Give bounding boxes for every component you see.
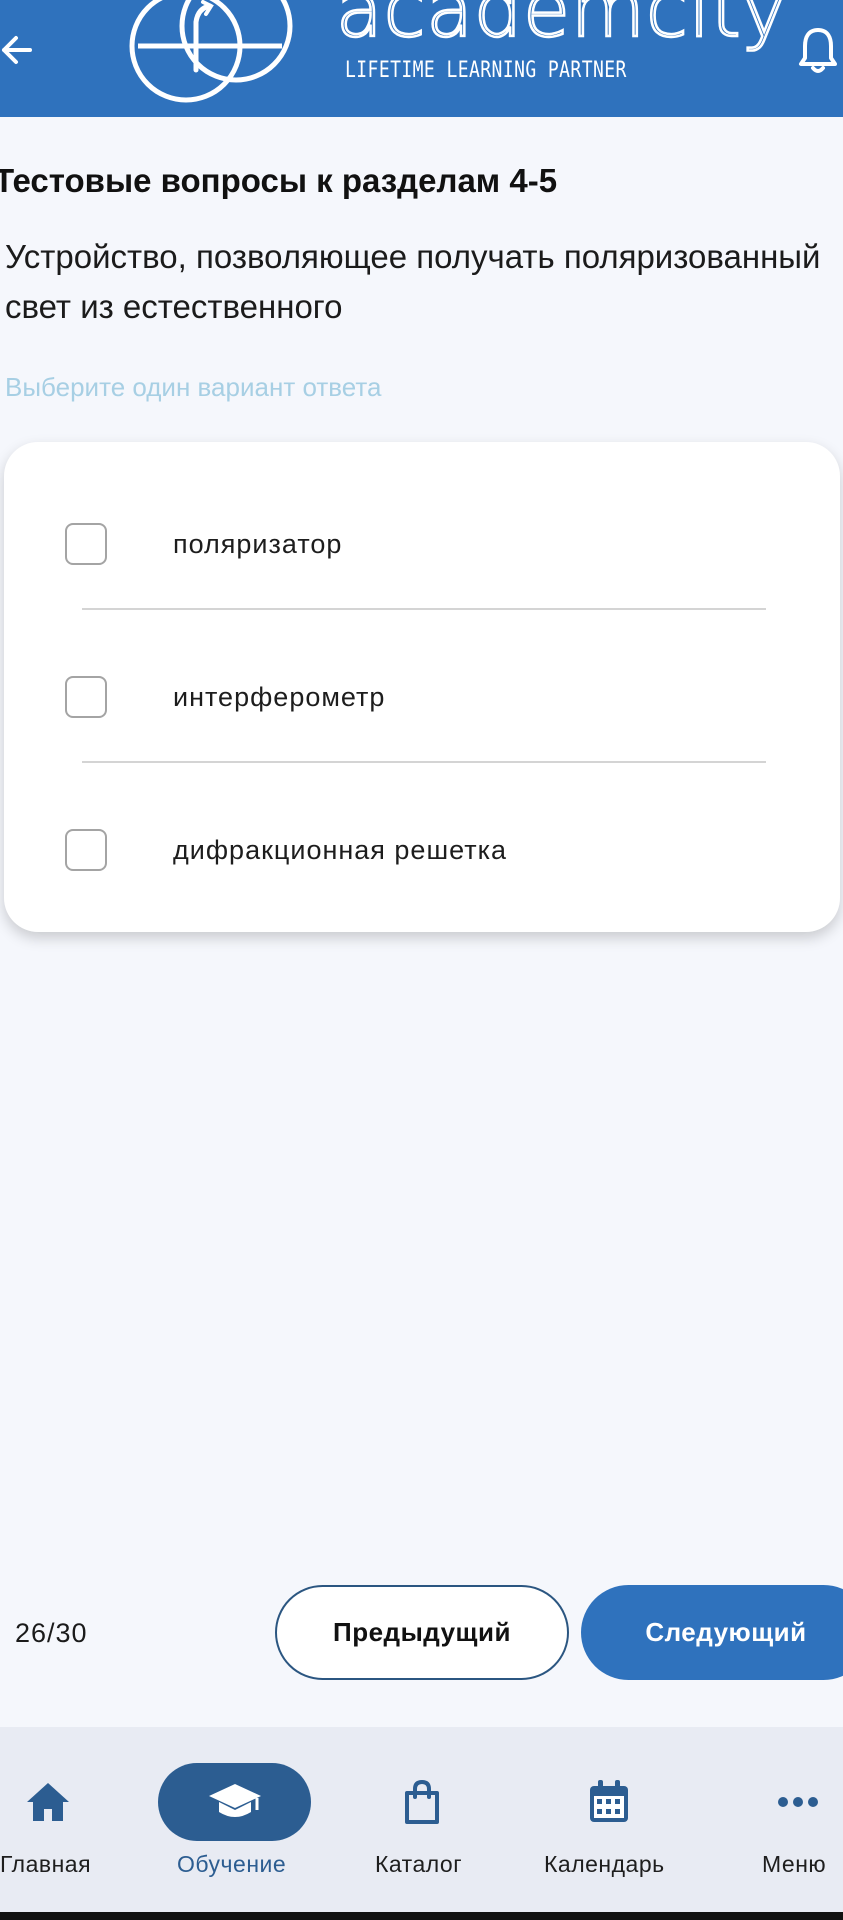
bell-icon xyxy=(799,28,837,73)
arrow-left-icon xyxy=(2,36,32,64)
back-button[interactable] xyxy=(0,22,40,78)
question-counter: 26/30 xyxy=(15,1618,88,1648)
option-checkbox[interactable] xyxy=(65,523,107,565)
brand-name: academcity xyxy=(335,0,788,54)
next-button[interactable]: Следующий xyxy=(581,1585,843,1680)
calendar-icon xyxy=(590,1780,628,1822)
answer-option[interactable]: поляризатор xyxy=(4,489,840,599)
option-label: интерферометр xyxy=(173,681,386,712)
answer-option[interactable]: интерферометр xyxy=(4,642,840,752)
nav-item-catalog[interactable]: Каталог xyxy=(372,1727,472,1877)
nav-label-menu: Меню xyxy=(762,1851,827,1877)
home-icon xyxy=(27,1783,69,1821)
more-horizontal-icon xyxy=(778,1797,818,1807)
system-gesture-bar xyxy=(0,1912,843,1920)
option-label: дифракционная решетка xyxy=(173,834,508,865)
bottom-navigation: Главная Обучение Каталог Календарь Меню xyxy=(0,1727,843,1912)
nav-label-learning: Обучение xyxy=(177,1851,287,1877)
graduation-cap-icon xyxy=(208,1784,261,1817)
nav-label-catalog: Каталог xyxy=(375,1851,463,1877)
option-divider xyxy=(82,608,766,610)
nav-item-learning[interactable]: Обучение xyxy=(158,1727,311,1877)
nav-label-calendar: Календарь xyxy=(544,1851,665,1877)
nav-item-calendar[interactable]: Календарь xyxy=(540,1727,680,1877)
answer-option[interactable]: дифракционная решетка xyxy=(4,795,840,905)
nav-item-menu[interactable]: Меню xyxy=(756,1727,843,1877)
notifications-button[interactable] xyxy=(796,24,840,76)
option-checkbox[interactable] xyxy=(65,829,107,871)
answer-options-card: поляризатор интерферометр дифракционная … xyxy=(4,442,840,932)
academcity-logo-icon xyxy=(129,0,293,103)
option-label: поляризатор xyxy=(173,528,343,559)
nav-label-home: Главная xyxy=(0,1851,92,1877)
answer-hint: Выберите один вариант ответа xyxy=(5,372,382,402)
option-checkbox[interactable] xyxy=(65,676,107,718)
option-divider xyxy=(82,761,766,763)
brand-tagline: LIFETIME LEARNING PARTNER xyxy=(345,58,627,83)
app-header: academcity LIFETIME LEARNING PARTNER xyxy=(0,0,843,117)
nav-item-home[interactable]: Главная xyxy=(0,1727,96,1877)
question-text: Устройство, позволяющее получать поляриз… xyxy=(5,238,821,325)
shopping-bag-icon xyxy=(405,1779,439,1824)
previous-button[interactable]: Предыдущий xyxy=(275,1585,569,1680)
section-title: Тестовые вопросы к разделам 4-5 xyxy=(0,162,558,199)
